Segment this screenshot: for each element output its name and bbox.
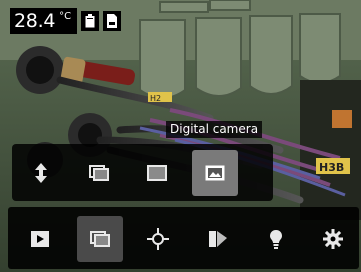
sd-card-icon — [103, 11, 122, 31]
status-bar: 28.4 °C — [10, 8, 122, 34]
temperature-readout: 28.4 °C — [10, 8, 78, 34]
color-palette-button[interactable] — [195, 216, 241, 262]
digital-camera-button[interactable] — [192, 150, 238, 196]
thermal-image-button[interactable] — [134, 150, 180, 196]
lamp-button[interactable] — [253, 216, 299, 262]
thermal-image-icon — [147, 165, 167, 181]
gear-icon — [323, 229, 343, 249]
temperature-value: 28.4 — [14, 10, 56, 32]
tooltip: Digital camera — [166, 121, 263, 138]
switch-orientation-button[interactable] — [18, 150, 64, 196]
play-icon — [31, 231, 49, 247]
main-toolbar — [8, 207, 359, 269]
temperature-unit: °C — [59, 11, 72, 22]
image-mode-icon — [90, 231, 110, 247]
camera-screen: H2 H3B 28.4 °C Digital camera — [0, 0, 361, 272]
settings-button[interactable] — [310, 216, 356, 262]
picture-in-picture-button[interactable] — [76, 150, 122, 196]
gallery-button[interactable] — [17, 216, 63, 262]
battery-icon — [81, 11, 100, 31]
palette-icon — [209, 231, 227, 247]
lamp-icon — [270, 230, 282, 249]
crosshair-icon — [147, 228, 169, 250]
picture-in-picture-icon — [89, 165, 109, 181]
cable-tag-right: H3B — [319, 161, 344, 174]
image-mode-submenu — [12, 144, 273, 201]
updown-arrow-icon — [35, 163, 47, 183]
image-mode-button[interactable] — [77, 216, 123, 262]
digital-camera-icon — [205, 165, 225, 181]
measurement-button[interactable] — [135, 216, 181, 262]
cable-tag-left: H2 — [150, 94, 161, 103]
